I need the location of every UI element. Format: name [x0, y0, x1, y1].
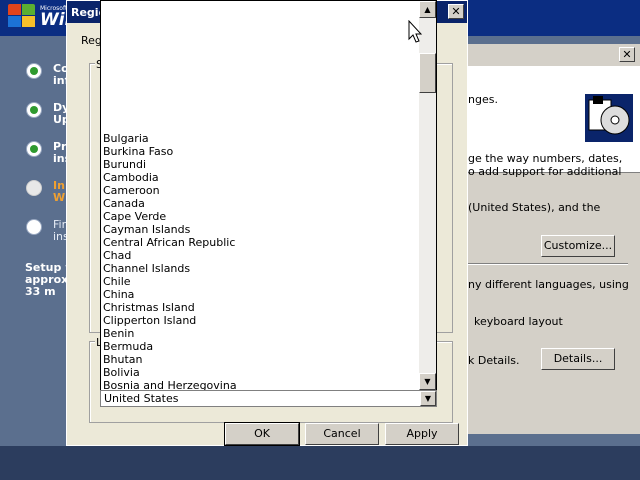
cancel-button[interactable]: Cancel	[305, 423, 379, 445]
details-button[interactable]: Details...	[541, 348, 615, 370]
close-icon[interactable]: ✕	[448, 4, 464, 19]
divider	[468, 263, 628, 265]
list-item[interactable]: Central African Republic	[103, 236, 237, 249]
dialog-text: keyboard layout	[474, 315, 563, 328]
list-item[interactable]: Bhutan	[103, 353, 237, 366]
dialog-titlebar: ✕	[468, 44, 640, 66]
scroll-up-icon[interactable]: ▲	[419, 1, 436, 18]
step-current-icon	[26, 180, 42, 196]
dialog-text: o add support for additional	[468, 165, 622, 178]
dialog-text: ge the way numbers, dates,	[468, 152, 623, 165]
step-complete-icon	[26, 141, 42, 157]
dialog-text: k Details.	[468, 354, 520, 367]
setup-time-remaining: Setup w approx 33 m	[25, 262, 67, 298]
vertical-scrollbar[interactable]: ▲ ▼	[419, 1, 436, 390]
customize-button[interactable]: Customize...	[541, 235, 615, 257]
country-combobox[interactable]: United States ▼	[100, 390, 437, 407]
step-complete-icon	[26, 102, 42, 118]
country-items: Bulgaria Burkina Faso Burundi Cambodia C…	[103, 132, 237, 390]
chevron-down-icon[interactable]: ▼	[420, 391, 436, 406]
list-item[interactable]: Cambodia	[103, 171, 237, 184]
dialog-text: (United States), and the	[468, 201, 601, 214]
list-item[interactable]: China	[103, 288, 237, 301]
list-item[interactable]: Clipperton Island	[103, 314, 237, 327]
close-icon[interactable]: ✕	[619, 47, 635, 62]
list-item[interactable]: Burundi	[103, 158, 237, 171]
setup-footer-bar	[0, 446, 640, 480]
list-item[interactable]: Bulgaria	[103, 132, 237, 145]
list-item[interactable]: Cayman Islands	[103, 223, 237, 236]
scrollbar-thumb[interactable]	[419, 53, 436, 93]
step-pending-icon	[26, 219, 42, 235]
list-item[interactable]: Cameroon	[103, 184, 237, 197]
list-item[interactable]: Christmas Island	[103, 301, 237, 314]
country-dropdown-list[interactable]: Bulgaria Burkina Faso Burundi Cambodia C…	[100, 0, 437, 391]
apply-button[interactable]: Apply	[385, 423, 459, 445]
list-item[interactable]: Benin	[103, 327, 237, 340]
tab-regional-options[interactable]: Reg	[81, 34, 102, 47]
list-item[interactable]: Canada	[103, 197, 237, 210]
list-item[interactable]: Chad	[103, 249, 237, 262]
dialog-text: ny different languages, using	[468, 278, 629, 291]
list-item[interactable]: Cape Verde	[103, 210, 237, 223]
list-item[interactable]: Channel Islands	[103, 262, 237, 275]
list-item[interactable]: Chile	[103, 275, 237, 288]
ok-button[interactable]: OK	[224, 422, 300, 446]
list-item[interactable]: Burkina Faso	[103, 145, 237, 158]
cd-install-icon	[585, 94, 633, 142]
list-item[interactable]: Bolivia	[103, 366, 237, 379]
combobox-selected-value: United States	[104, 392, 179, 405]
dialog-text: nges.	[468, 93, 498, 106]
mouse-cursor-icon	[408, 20, 422, 43]
list-item[interactable]: Bermuda	[103, 340, 237, 353]
regional-options-dialog-behind: ✕ nges. ge the way numbers, dates, o add…	[468, 44, 640, 434]
scroll-down-icon[interactable]: ▼	[419, 373, 436, 390]
step-complete-icon	[26, 63, 42, 79]
windows-logo-icon	[8, 4, 38, 30]
